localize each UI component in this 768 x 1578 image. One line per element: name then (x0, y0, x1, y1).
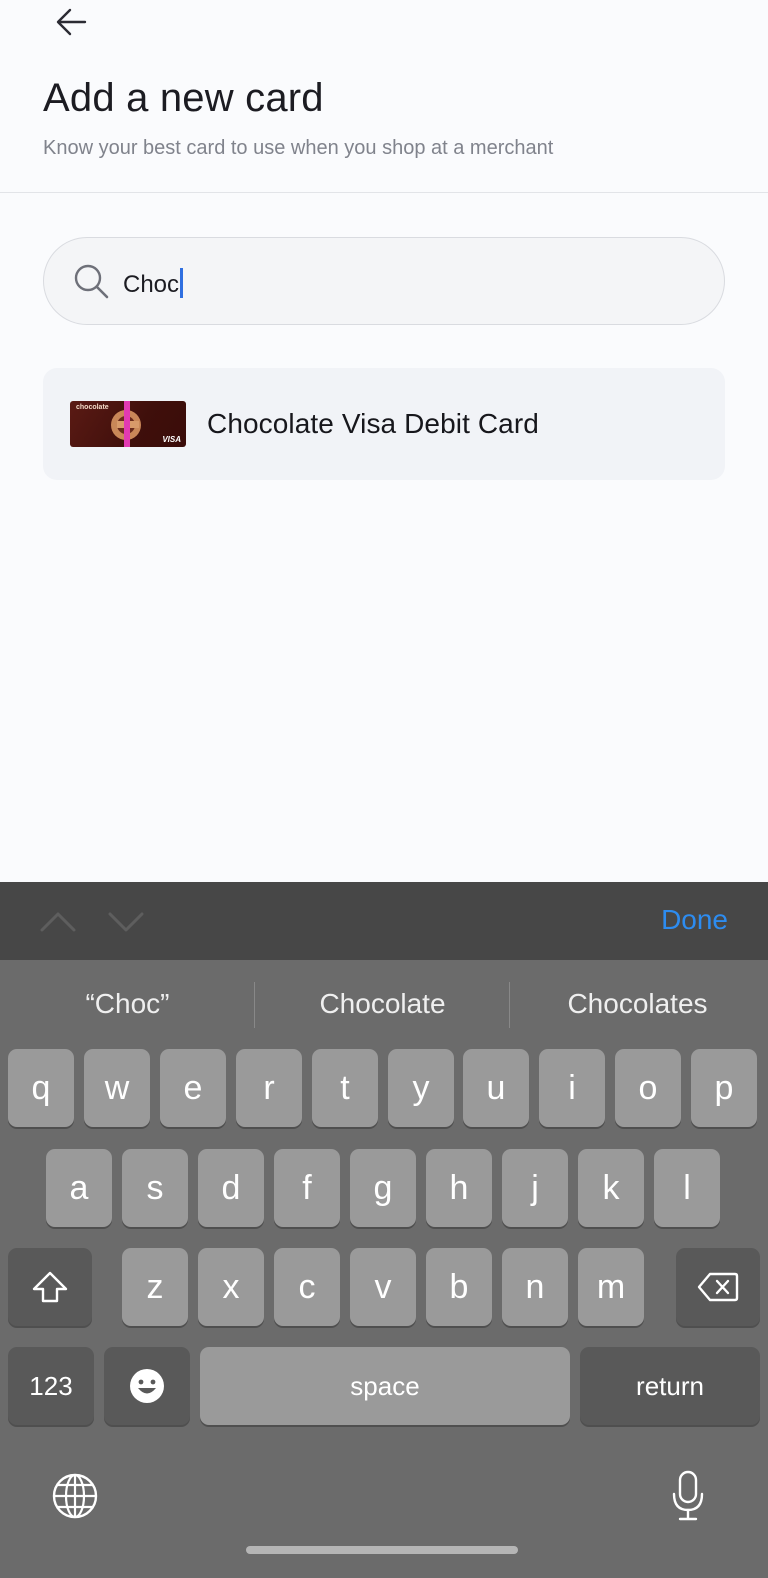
key-i[interactable]: i (539, 1049, 605, 1127)
key-n[interactable]: n (502, 1248, 568, 1326)
shift-arrow-icon (32, 1271, 68, 1303)
key-h[interactable]: h (426, 1149, 492, 1227)
key-r[interactable]: r (236, 1049, 302, 1127)
app-screen: Add a new card Know your best card to us… (0, 0, 768, 882)
key-g[interactable]: g (350, 1149, 416, 1227)
key-w[interactable]: w (84, 1049, 150, 1127)
key-u[interactable]: u (463, 1049, 529, 1127)
key-v[interactable]: v (350, 1248, 416, 1326)
back-button[interactable] (44, 0, 100, 44)
key-e[interactable]: e (160, 1049, 226, 1127)
key-q[interactable]: q (8, 1049, 74, 1127)
search-result-label: Chocolate Visa Debit Card (207, 408, 539, 439)
keyboard-toolbar: Done (0, 882, 768, 960)
page-title: Add a new card (43, 76, 324, 120)
microphone-icon[interactable] (670, 1470, 706, 1522)
key-j[interactable]: j (502, 1149, 568, 1227)
numbers-key-label: 123 (29, 1370, 73, 1401)
suggestion-item[interactable]: Chocolates (510, 960, 765, 1048)
arrow-left-icon (56, 8, 87, 36)
space-key[interactable]: space (200, 1347, 570, 1425)
page-subtitle: Know your best card to use when you shop… (43, 137, 554, 159)
key-y[interactable]: y (388, 1049, 454, 1127)
suggestion-bar: “Choc” Chocolate Chocolates (0, 960, 768, 1048)
shift-key[interactable] (8, 1248, 92, 1326)
suggestion-item[interactable]: Chocolate (255, 960, 510, 1048)
key-s[interactable]: s (122, 1149, 188, 1227)
return-key-label: return (636, 1370, 704, 1401)
text-caret (180, 268, 183, 298)
search-input-text: Choc (123, 271, 180, 298)
key-k[interactable]: k (578, 1149, 644, 1227)
home-indicator[interactable] (246, 1546, 518, 1554)
emoji-icon (130, 1369, 164, 1403)
key-o[interactable]: o (615, 1049, 681, 1127)
chevron-up-icon[interactable] (38, 904, 78, 940)
card-thumbnail: chocolate VISA (70, 401, 186, 447)
suggestion-item[interactable]: “Choc” (0, 960, 255, 1048)
key-b[interactable]: b (426, 1248, 492, 1326)
header-divider (0, 192, 768, 193)
keyboard: Done “Choc” Chocolate Chocolates q w e r… (0, 882, 768, 1578)
key-a[interactable]: a (46, 1149, 112, 1227)
done-button[interactable]: Done (661, 904, 728, 936)
key-d[interactable]: d (198, 1149, 264, 1227)
search-field[interactable]: Choc (43, 237, 725, 325)
space-key-label: space (350, 1370, 420, 1401)
backspace-icon (697, 1272, 739, 1302)
key-c[interactable]: c (274, 1248, 340, 1326)
key-l[interactable]: l (654, 1149, 720, 1227)
card-network-text: VISA (162, 435, 181, 444)
numbers-key[interactable]: 123 (8, 1347, 94, 1425)
key-t[interactable]: t (312, 1049, 378, 1127)
key-f[interactable]: f (274, 1149, 340, 1227)
key-p[interactable]: p (691, 1049, 757, 1127)
key-z[interactable]: z (122, 1248, 188, 1326)
backspace-key[interactable] (676, 1248, 760, 1326)
globe-icon[interactable] (51, 1472, 99, 1520)
key-m[interactable]: m (578, 1248, 644, 1326)
chevron-down-icon[interactable] (106, 904, 146, 940)
search-input[interactable]: Choc (123, 268, 183, 299)
return-key[interactable]: return (580, 1347, 760, 1425)
key-x[interactable]: x (198, 1248, 264, 1326)
search-icon (74, 264, 109, 299)
search-result-item[interactable]: chocolate VISA Chocolate Visa Debit Card (43, 368, 725, 480)
emoji-key[interactable] (104, 1347, 190, 1425)
